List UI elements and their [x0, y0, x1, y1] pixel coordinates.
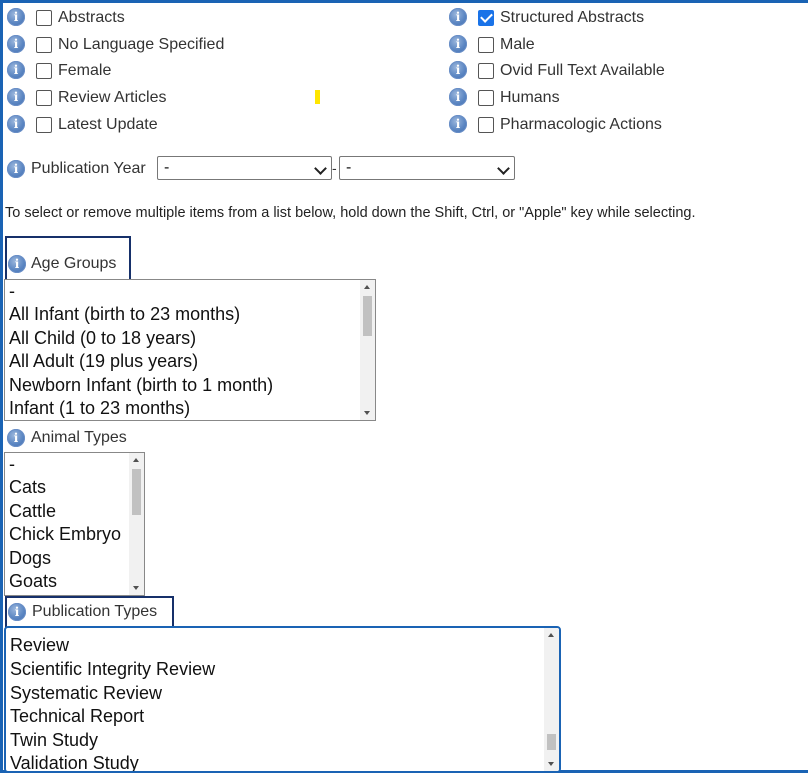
- list-option[interactable]: Review: [10, 634, 69, 658]
- publication-types-label: Publication Types: [32, 603, 158, 620]
- age-groups-label: Age Groups: [31, 255, 117, 272]
- publication-types-listbox[interactable]: Review Scientific Integrity Review Syste…: [4, 626, 561, 773]
- list-option[interactable]: Twin Study: [10, 729, 98, 753]
- list-option[interactable]: Newborn Infant (birth to 1 month): [9, 374, 273, 398]
- checkbox-review-articles[interactable]: [36, 90, 52, 106]
- checkbox-no-language[interactable]: [36, 37, 52, 53]
- label-pharmacologic-actions: Pharmacologic Actions: [500, 116, 662, 133]
- info-icon[interactable]: i: [7, 61, 25, 79]
- scroll-down-icon[interactable]: [548, 762, 554, 766]
- list-option[interactable]: Technical Report: [10, 705, 144, 729]
- list-option[interactable]: -: [9, 280, 15, 304]
- checkbox-male[interactable]: [478, 37, 494, 53]
- checkbox-female[interactable]: [36, 63, 52, 79]
- scroll-up-icon[interactable]: [548, 633, 554, 637]
- chevron-down-icon: [314, 162, 327, 175]
- info-icon[interactable]: i: [449, 115, 467, 133]
- publication-year-label: Publication Year: [31, 160, 146, 177]
- info-icon[interactable]: i: [7, 88, 25, 106]
- list-option[interactable]: All Child (0 to 18 years): [9, 327, 196, 351]
- checkbox-latest-update[interactable]: [36, 117, 52, 133]
- info-icon[interactable]: i: [7, 429, 25, 447]
- chevron-down-icon: [497, 162, 510, 175]
- year-range-separator: -: [332, 160, 337, 176]
- multi-select-instructions: To select or remove multiple items from …: [5, 205, 696, 221]
- scrollbar-thumb[interactable]: [547, 734, 556, 750]
- label-latest-update: Latest Update: [58, 116, 158, 133]
- scroll-down-icon[interactable]: [133, 586, 139, 590]
- list-option[interactable]: All Adult (19 plus years): [9, 350, 198, 374]
- checkbox-humans[interactable]: [478, 90, 494, 106]
- label-review-articles: Review Articles: [58, 89, 167, 106]
- label-no-language: No Language Specified: [58, 36, 225, 53]
- checkbox-pharmacologic-actions[interactable]: [478, 117, 494, 133]
- label-humans: Humans: [500, 89, 560, 106]
- scrollbar-thumb[interactable]: [132, 469, 141, 515]
- list-option[interactable]: Dogs: [9, 547, 51, 571]
- scrollbar-thumb[interactable]: [363, 296, 372, 336]
- info-icon[interactable]: i: [8, 255, 26, 273]
- scroll-up-icon[interactable]: [133, 458, 139, 462]
- age-groups-listbox[interactable]: - All Infant (birth to 23 months) All Ch…: [4, 279, 376, 421]
- label-female: Female: [58, 62, 112, 79]
- publication-year-to-value: -: [346, 159, 352, 176]
- list-option[interactable]: Cattle: [9, 500, 56, 524]
- info-icon[interactable]: i: [7, 35, 25, 53]
- list-option[interactable]: Chick Embryo: [9, 523, 121, 547]
- list-option[interactable]: Cats: [9, 476, 46, 500]
- info-icon[interactable]: i: [7, 115, 25, 133]
- list-option[interactable]: Systematic Review: [10, 682, 162, 706]
- scrollbar[interactable]: [129, 453, 144, 595]
- label-male: Male: [500, 36, 535, 53]
- highlight-marker: [315, 90, 320, 104]
- info-icon[interactable]: i: [449, 35, 467, 53]
- list-option[interactable]: Infant (1 to 23 months): [9, 397, 190, 420]
- list-option[interactable]: All Infant (birth to 23 months): [9, 303, 240, 327]
- checkbox-ovid-full-text[interactable]: [478, 63, 494, 79]
- scroll-up-icon[interactable]: [364, 285, 370, 289]
- scroll-down-icon[interactable]: [364, 411, 370, 415]
- info-icon[interactable]: i: [449, 61, 467, 79]
- publication-year-from-select[interactable]: -: [157, 156, 332, 180]
- info-icon[interactable]: i: [7, 8, 25, 26]
- list-option[interactable]: Goats: [9, 570, 57, 594]
- scrollbar[interactable]: [360, 280, 375, 420]
- label-ovid-full-text: Ovid Full Text Available: [500, 62, 665, 79]
- publication-year-to-select[interactable]: -: [339, 156, 515, 180]
- animal-types-listbox[interactable]: - Cats Cattle Chick Embryo Dogs Goats: [4, 452, 145, 596]
- label-structured-abstracts: Structured Abstracts: [500, 9, 645, 26]
- info-icon[interactable]: i: [449, 88, 467, 106]
- info-icon[interactable]: i: [7, 160, 25, 178]
- info-icon[interactable]: i: [449, 8, 467, 26]
- list-option[interactable]: Scientific Integrity Review: [10, 658, 215, 682]
- publication-year-from-value: -: [164, 159, 170, 176]
- checkbox-structured-abstracts[interactable]: [478, 10, 494, 26]
- list-option[interactable]: -: [9, 453, 15, 477]
- list-option[interactable]: Validation Study: [10, 752, 139, 771]
- checkbox-abstracts[interactable]: [36, 10, 52, 26]
- scrollbar[interactable]: [544, 628, 559, 771]
- label-abstracts: Abstracts: [58, 9, 125, 26]
- animal-types-label: Animal Types: [31, 429, 127, 446]
- info-icon[interactable]: i: [8, 603, 26, 621]
